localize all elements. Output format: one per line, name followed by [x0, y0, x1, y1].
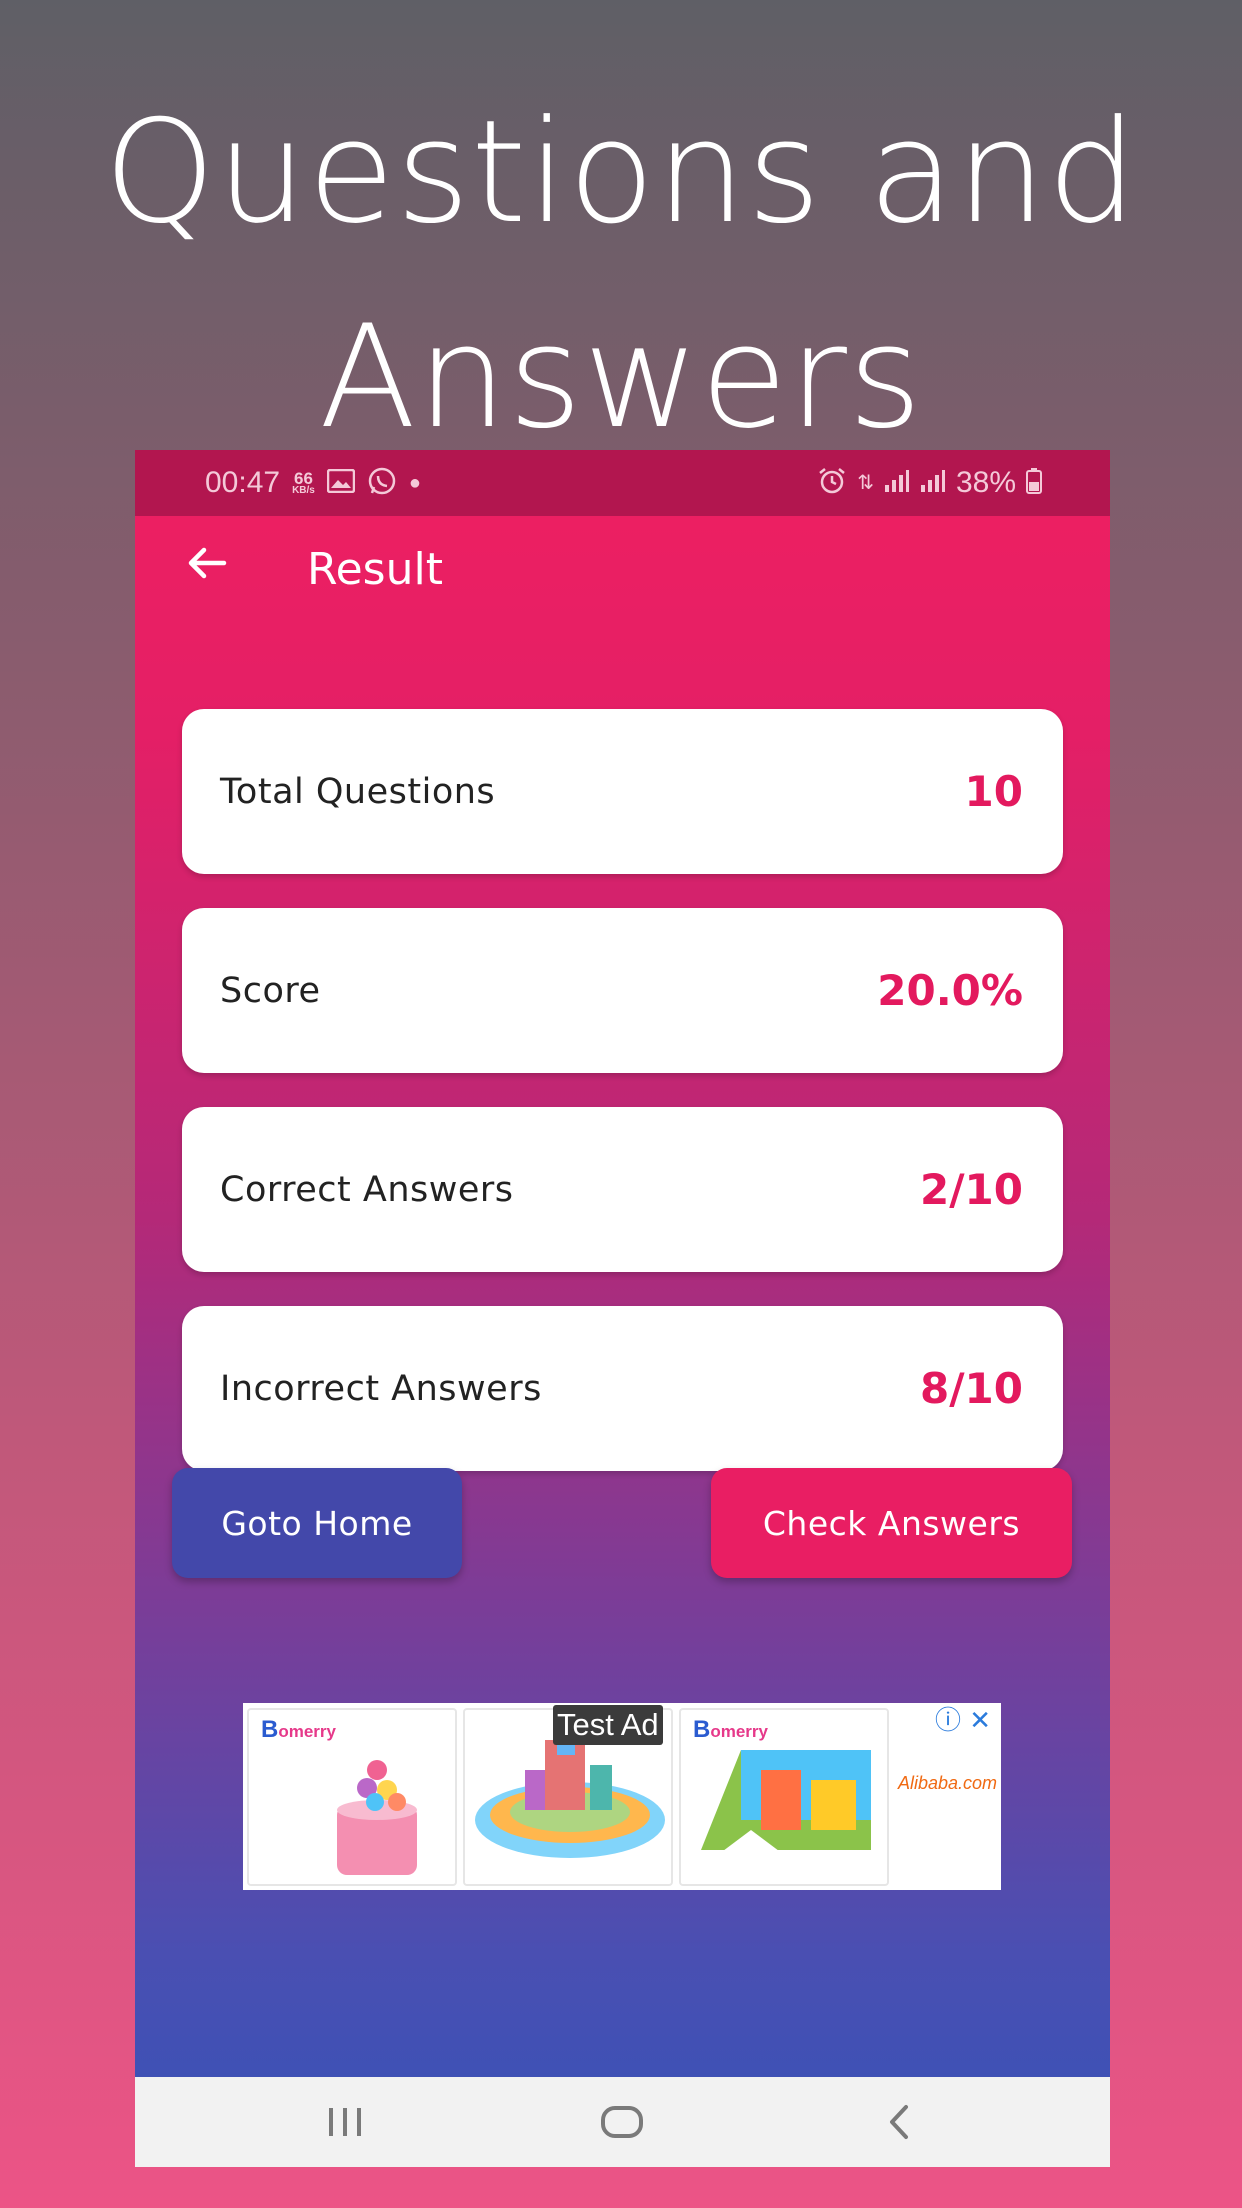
brand-logo-2: Bomerry	[693, 1716, 768, 1743]
result-screen: Result Total Questions 10 Score 20.0% Co…	[135, 516, 1110, 2077]
signal-icon	[884, 469, 910, 497]
home-nav-icon[interactable]	[562, 2077, 682, 2167]
total-questions-card: Total Questions 10	[182, 709, 1063, 874]
alarm-icon	[817, 467, 847, 499]
alibaba-logo: Alibaba.com	[898, 1773, 998, 1793]
promo-title-line1: Questions and	[103, 90, 1139, 255]
signal-icon-2	[920, 469, 946, 497]
status-left: 00:47 66 KB/s ●	[205, 450, 421, 516]
ad-info-close-icon[interactable]: ⓘ ✕	[935, 1707, 991, 1735]
recent-apps-icon[interactable]	[285, 2077, 405, 2167]
battery-percentage: 38%	[955, 466, 1016, 499]
notification-dot-icon: ●	[408, 472, 421, 494]
incorrect-answers-card: Incorrect Answers 8/10	[182, 1306, 1063, 1471]
data-transfer-icon: ⇅	[857, 472, 874, 494]
battery-icon	[1026, 468, 1042, 498]
correct-answers-label: Correct Answers	[220, 1169, 514, 1210]
promo-title: Questions and Answers	[0, 70, 1242, 480]
score-card: Score 20.0%	[182, 908, 1063, 1073]
network-speed-value: 66	[294, 468, 313, 488]
ad-label: Test Ad	[553, 1705, 663, 1745]
correct-answers-value: 2/10	[919, 1165, 1023, 1214]
ad-product-tile-1[interactable]: Bomerry	[247, 1708, 457, 1886]
page-title: Result	[307, 544, 443, 595]
total-questions-value: 10	[964, 767, 1023, 816]
incorrect-answers-label: Incorrect Answers	[220, 1368, 542, 1409]
phone-screen: 00:47 66 KB/s ● ⇅ 38% Result Total Quest…	[135, 450, 1110, 2167]
ad-product-tile-3[interactable]: Bomerry	[679, 1708, 889, 1886]
app-bar: Result	[135, 516, 1110, 621]
correct-answers-card: Correct Answers 2/10	[182, 1107, 1063, 1272]
whatsapp-icon	[367, 466, 397, 500]
gallery-icon	[326, 468, 356, 497]
back-nav-icon[interactable]	[839, 2077, 959, 2167]
network-speed-unit: KB/s	[292, 484, 315, 496]
brand-logo: Bomerry	[261, 1716, 336, 1743]
score-label: Score	[220, 970, 321, 1011]
ad-banner[interactable]: Bomerry Bomerry Alibaba.com Test Ad ⓘ ✕	[243, 1703, 1001, 1890]
goto-home-button[interactable]: Goto Home	[172, 1468, 462, 1578]
score-value: 20.0%	[877, 966, 1023, 1015]
system-nav-bar	[135, 2077, 1110, 2167]
total-questions-label: Total Questions	[220, 771, 496, 812]
network-speed: 66 KB/s	[292, 468, 315, 496]
status-right: ⇅ 38%	[817, 450, 1042, 516]
incorrect-answers-value: 8/10	[919, 1364, 1023, 1413]
check-answers-button[interactable]: Check Answers	[711, 1468, 1072, 1578]
status-time: 00:47	[205, 466, 281, 499]
status-bar: 00:47 66 KB/s ● ⇅ 38%	[135, 450, 1110, 516]
back-arrow-icon[interactable]	[175, 538, 239, 602]
